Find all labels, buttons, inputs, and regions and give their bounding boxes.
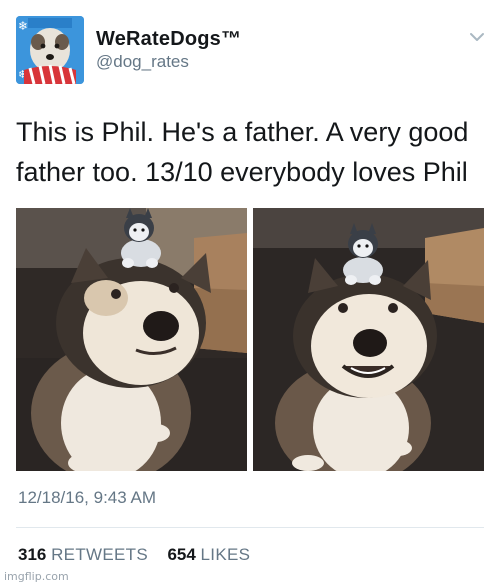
tweet-text-line: This is Phil. He's a father. A very good bbox=[16, 117, 469, 147]
divider bbox=[16, 527, 484, 528]
tweet-stats: 316 RETWEETS 654 LIKES bbox=[18, 545, 250, 565]
tweet-text-line: father too. 13/10 everybody loves Phil bbox=[16, 157, 468, 187]
retweets-label[interactable]: RETWEETS bbox=[51, 545, 148, 564]
avatar[interactable]: ❄ ❄ bbox=[16, 16, 84, 84]
tweet-photo-1[interactable] bbox=[16, 208, 247, 471]
tweet-card: ❄ ❄ WeRateDogs™ @dog_rates This is Phil.… bbox=[0, 0, 500, 586]
display-name[interactable]: WeRateDogs™ bbox=[96, 28, 241, 51]
retweets-count[interactable]: 316 bbox=[18, 545, 46, 564]
watermark: imgflip.com bbox=[4, 570, 69, 583]
user-handle[interactable]: @dog_rates bbox=[96, 52, 189, 72]
tweet-text: This is Phil. He's a father. A very good… bbox=[16, 112, 486, 192]
svg-text:❄: ❄ bbox=[18, 19, 28, 33]
avatar-image: ❄ ❄ bbox=[16, 16, 84, 84]
tweet-photo-2[interactable] bbox=[253, 208, 484, 471]
tweet-timestamp[interactable]: 12/18/16, 9:43 AM bbox=[18, 488, 156, 508]
likes-count[interactable]: 654 bbox=[167, 545, 195, 564]
likes-label[interactable]: LIKES bbox=[201, 545, 251, 564]
chevron-down-icon[interactable] bbox=[468, 30, 486, 44]
